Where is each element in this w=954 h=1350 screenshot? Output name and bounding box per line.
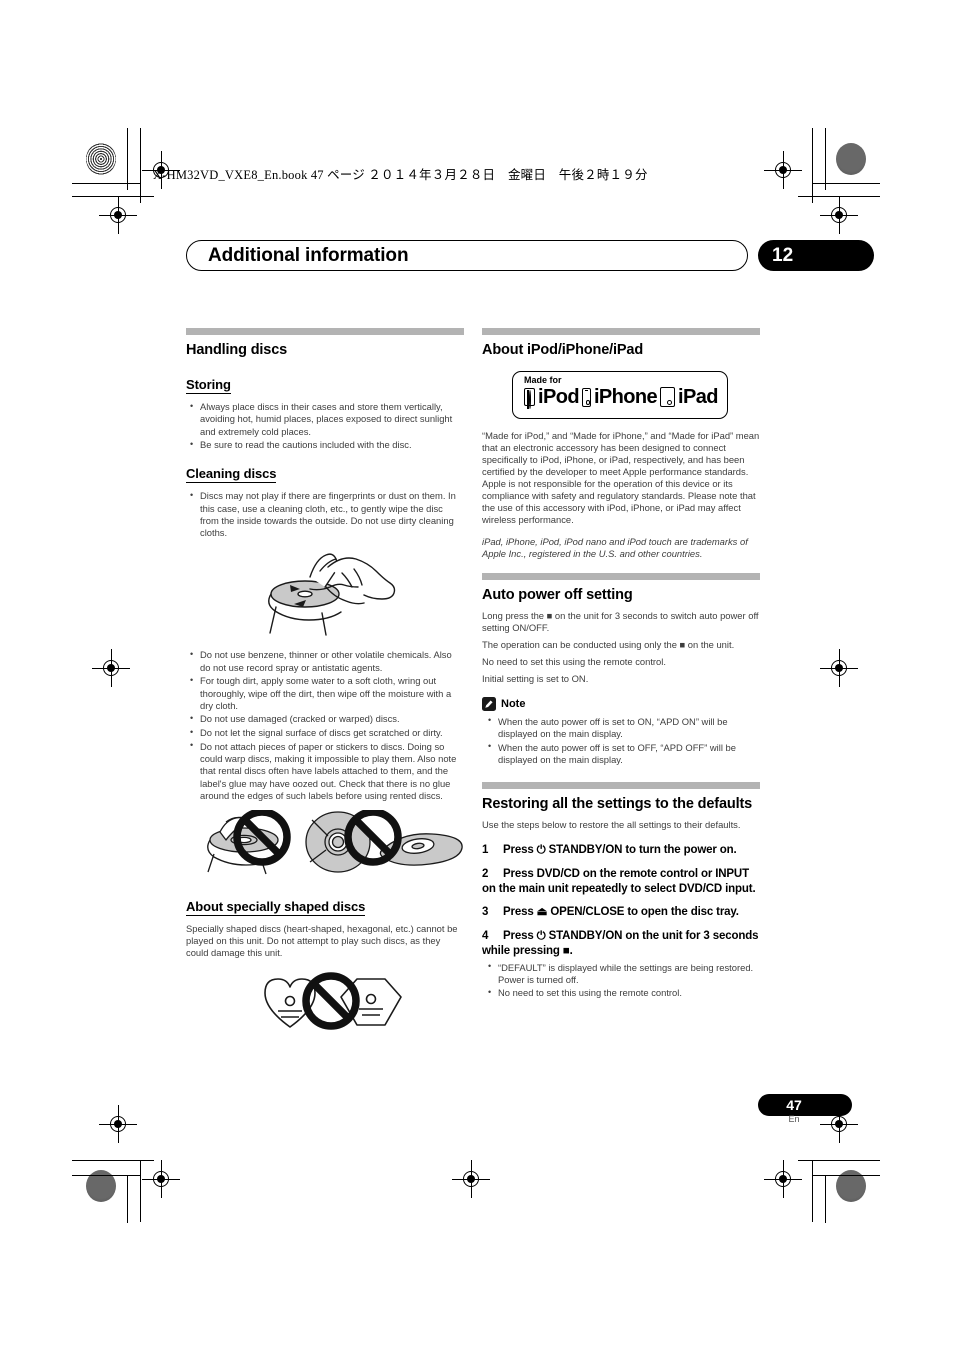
step-text: Press DVD/CD on the remote control or IN… xyxy=(482,867,756,895)
prohibited-damaged-discs-illustration xyxy=(186,809,464,880)
auto-power-line-2: The operation can be conducted using onl… xyxy=(482,638,735,650)
paragraph-apple-trademark: iPad, iPhone, iPod, iPod nano and iPod t… xyxy=(482,536,748,560)
step-1: 1 Press ⏻ STANDBY/ON to turn the power on… xyxy=(482,843,760,858)
heading-handling-discs: Handling discs xyxy=(186,342,288,358)
crop-line-top-left-h xyxy=(72,183,140,185)
list-item: When the auto power off is set to OFF, “… xyxy=(482,741,760,766)
crop-line-top-right-h xyxy=(812,183,880,185)
step-text: Press ⏻ STANDBY/ON to turn the power on. xyxy=(503,844,737,857)
chapter-title: Additional information xyxy=(208,244,409,266)
list-cleaning-before: Discs may not play if there are fingerpr… xyxy=(186,490,464,539)
step-4: 4 Press ⏻ STANDBY/ON on the unit for 3 se… xyxy=(482,929,760,958)
made-for-ipad-word: iPad xyxy=(678,386,718,409)
list-item: No need to set this using the remote con… xyxy=(482,987,760,999)
made-for-label: Made for xyxy=(524,375,562,386)
page-number-badge: 47 xyxy=(758,1094,852,1116)
list-item: Be sure to read the cautions included wi… xyxy=(186,439,464,451)
heading-specially-shaped-discs: About specially shaped discs xyxy=(186,898,366,916)
list-storing: Always place discs in their cases and st… xyxy=(186,401,464,451)
list-cleaning-after: Do not use benzene, thinner or other vol… xyxy=(186,649,464,802)
made-for-apple-badge: Made for iPod iPhone iPad xyxy=(512,371,728,420)
list-item: Do not attach pieces of paper or sticker… xyxy=(186,740,464,802)
page-language-label: En xyxy=(788,1114,800,1124)
note-header: Note xyxy=(482,696,760,711)
registration-mark-left-middle xyxy=(92,649,130,687)
paragraph-restoring-intro: Use the steps below to restore the all s… xyxy=(482,819,741,831)
auto-power-line-1: Long press the ■ on the unit for 3 secon… xyxy=(482,609,759,633)
step-text: Press ⏻ STANDBY/ON on the unit for 3 sec… xyxy=(482,930,759,957)
note-label: Note xyxy=(501,697,526,710)
chapter-number-badge: 12 xyxy=(758,240,874,271)
list-item: When the auto power off is set to ON, “A… xyxy=(482,715,760,740)
list-item: Always place discs in their cases and st… xyxy=(186,401,464,438)
list-item: Discs may not play if there are fingerpr… xyxy=(186,490,464,539)
crop-line-top-right-v xyxy=(825,128,827,190)
heading-auto-power-off-setting: Auto power off setting xyxy=(482,587,633,604)
halftone-patch-top-left xyxy=(86,143,116,175)
prohibited-shaped-discs-illustration xyxy=(186,967,464,1043)
step-3: 3 Press ⏏ OPEN/CLOSE to open the disc tra… xyxy=(482,905,760,920)
heading-storing: Storing xyxy=(186,377,231,395)
registration-mark-left-upper xyxy=(99,196,137,234)
crop-line-bottom-right-v2 xyxy=(825,1175,827,1223)
list-item: For tough dirt, apply some water to a so… xyxy=(186,675,464,712)
step-2: 2 Press DVD/CD on the remote control or I… xyxy=(482,867,760,896)
registration-mark-right-middle xyxy=(820,649,858,687)
section-rule-auto-power-off xyxy=(482,573,760,581)
registration-mark-right-upper xyxy=(820,196,858,234)
crop-line-top-left-h2 xyxy=(72,196,154,198)
heading-restoring-defaults: Restoring all the settings to the defaul… xyxy=(482,796,753,813)
crop-line-bottom-right-h2 xyxy=(812,1175,880,1177)
crop-line-top-left-v xyxy=(127,128,129,190)
step-number: 3 xyxy=(482,906,489,919)
auto-power-line-3: No need to set this using the remote con… xyxy=(482,655,666,667)
crop-line-bottom-left-h xyxy=(72,1160,154,1162)
made-for-iphone-word: iPhone xyxy=(593,386,658,409)
left-column: Handling discs Storing Always place disc… xyxy=(186,328,464,1053)
list-item: Do not use benzene, thinner or other vol… xyxy=(186,649,464,673)
registration-mark-bottom-right xyxy=(764,1160,802,1198)
step-text: Press ⏏ OPEN/CLOSE to open the disc tray… xyxy=(503,906,739,919)
crop-line-bottom-left-v2 xyxy=(127,1175,129,1223)
crop-line-bottom-left-h2 xyxy=(72,1175,140,1177)
registration-mark-bottom-left xyxy=(142,1160,180,1198)
book-file-header: X-HM32VD_VXE8_En.book 47 ページ ２０１４年３月２８日 … xyxy=(153,168,648,182)
paragraph-specially-shaped-discs: Specially shaped discs (heart-shaped, he… xyxy=(186,922,458,959)
list-restoring-notes: “DEFAULT” is displayed while the setting… xyxy=(482,961,760,1000)
step-number: 1 xyxy=(482,844,489,857)
pencil-icon xyxy=(482,696,496,711)
heading-cleaning-discs: Cleaning discs xyxy=(186,466,277,484)
step-number: 4 xyxy=(482,930,489,943)
iphone-device-icon xyxy=(581,387,591,407)
crop-line-bottom-right-h xyxy=(798,1160,880,1162)
wiping-disc-with-cloth-illustration xyxy=(186,547,464,639)
chapter-banner: Additional information xyxy=(186,240,748,271)
section-rule-restoring-defaults xyxy=(482,782,760,790)
paragraph-made-for-disclaimer: “Made for iPod,” and “Made for iPhone,” … xyxy=(482,430,760,526)
registration-mark-top-right xyxy=(764,151,802,189)
registration-mark-bottom-center xyxy=(452,1160,490,1198)
ipad-device-icon xyxy=(660,387,676,408)
crop-line-bottom-right-v xyxy=(812,1160,814,1222)
list-auto-power-notes: When the auto power off is set to ON, “A… xyxy=(482,715,760,766)
section-rule-handling-discs xyxy=(186,328,464,335)
crop-line-top-left-v2 xyxy=(140,128,142,203)
halftone-patch-top-right xyxy=(836,143,866,175)
heading-about-ipod-iphone-ipad: About iPod/iPhone/iPad xyxy=(482,342,644,358)
crop-line-top-right-v2 xyxy=(812,128,814,203)
list-item: Do not let the signal surface of discs g… xyxy=(186,727,464,739)
right-column: About iPod/iPhone/iPad Made for iPod iPh… xyxy=(482,328,760,1006)
made-for-ipod-word: iPod xyxy=(538,386,580,409)
auto-power-line-4: Initial setting is set to ON. xyxy=(482,672,589,684)
list-item: “DEFAULT” is displayed while the setting… xyxy=(482,961,760,986)
crop-line-bottom-left-v xyxy=(140,1160,142,1222)
list-item: Do not use damaged (cracked or warped) d… xyxy=(186,713,464,725)
step-number: 2 xyxy=(482,867,489,880)
registration-mark-left-lower xyxy=(99,1105,137,1143)
ipod-device-icon xyxy=(524,388,535,409)
section-rule-about-ipod xyxy=(482,328,760,335)
